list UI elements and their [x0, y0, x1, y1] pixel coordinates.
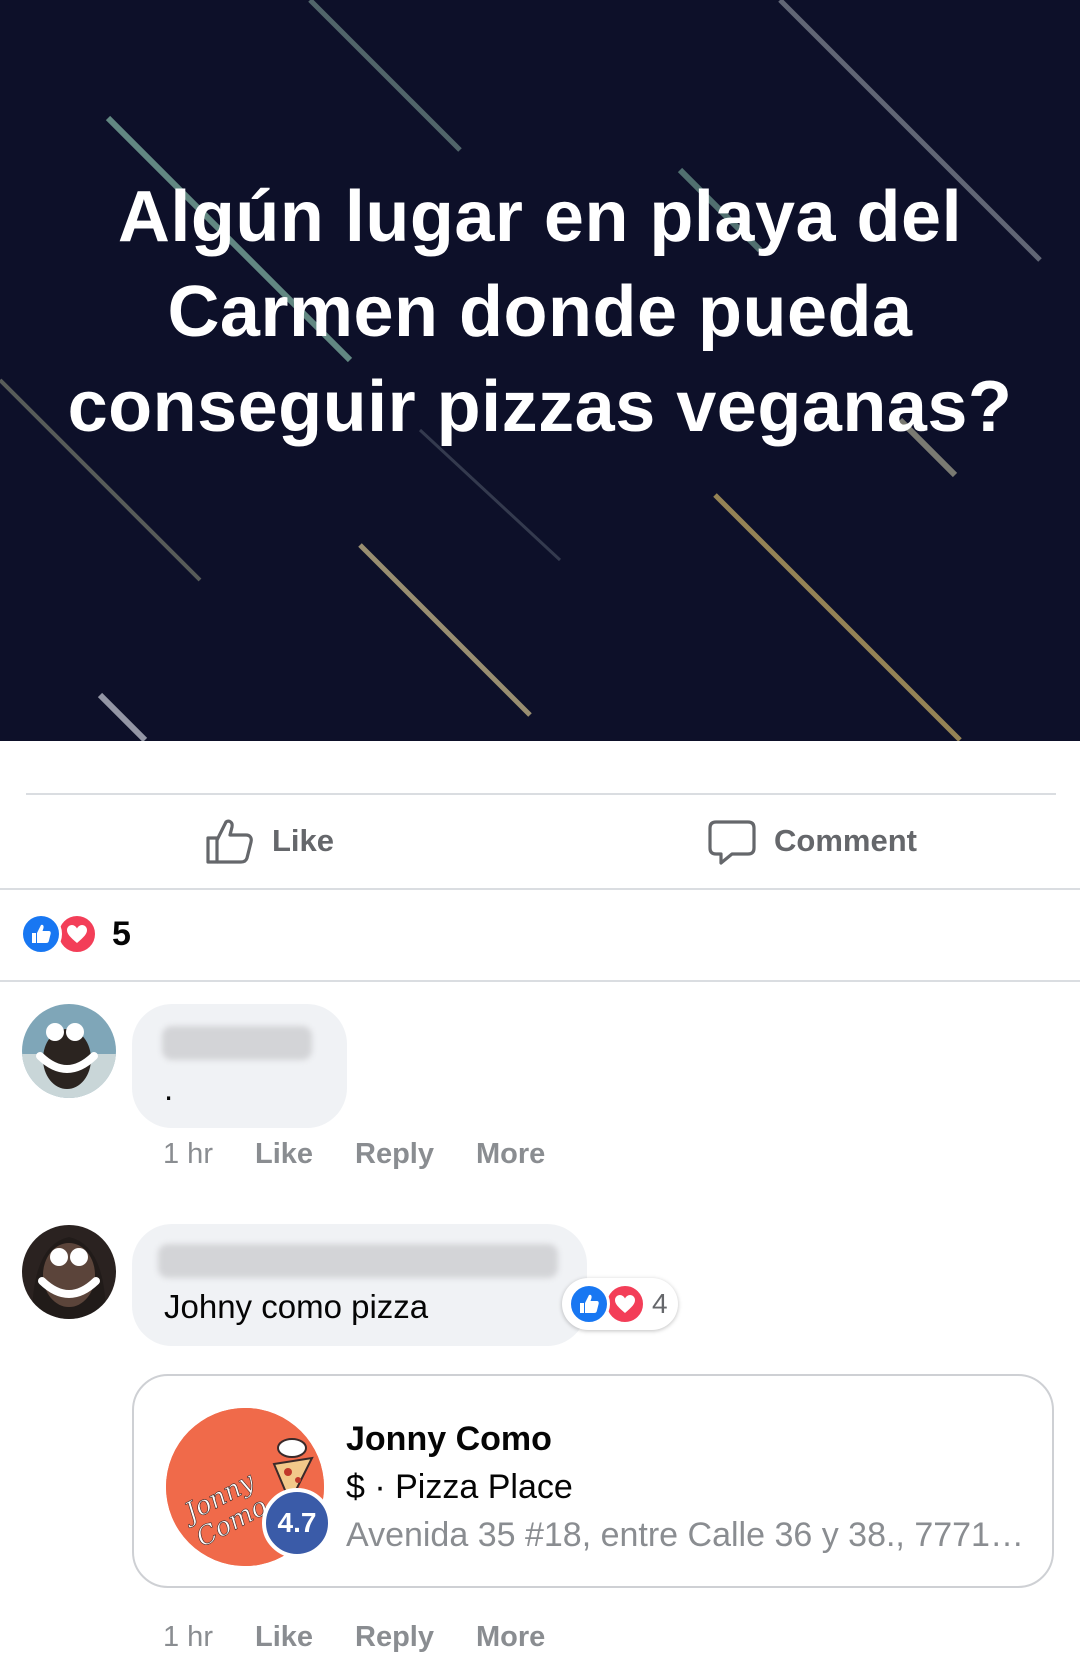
like-reaction-icon	[20, 913, 62, 955]
redacted-author-name	[158, 1244, 558, 1278]
place-category: $ · Pizza Place	[346, 1468, 573, 1506]
comment-meta: 1 hr Like Reply More	[163, 1621, 587, 1654]
post-banner: Algún lugar en playa del Carmen donde pu…	[0, 0, 1080, 741]
comment-like-link[interactable]: Like	[255, 1138, 313, 1171]
comment-bubble: .	[132, 1004, 347, 1128]
like-button[interactable]: Like	[204, 795, 334, 887]
comment-reply-link[interactable]: Reply	[355, 1138, 434, 1171]
divider	[0, 888, 1080, 890]
love-reaction-icon	[604, 1283, 646, 1325]
place-card[interactable]: Jonny Como 4.7 Jonny Como $ · Pizza Plac…	[132, 1374, 1054, 1588]
comment-meta: 1 hr Like Reply More	[163, 1138, 587, 1171]
comment-button[interactable]: Comment	[708, 795, 917, 887]
comment-more-link[interactable]: More	[476, 1621, 545, 1654]
redacted-author-name	[162, 1026, 312, 1060]
comment-bubble: Johny como pizza	[132, 1224, 587, 1346]
comment-reaction-count: 4	[652, 1288, 668, 1319]
rating-badge: 4.7	[262, 1488, 332, 1558]
comment-timestamp: 1 hr	[163, 1138, 213, 1170]
like-reaction-icon	[568, 1283, 610, 1325]
post-action-bar: Like Comment	[0, 795, 1080, 887]
comment-text: Johny como pizza	[164, 1288, 429, 1325]
comment-text: .	[164, 1070, 174, 1107]
comment-reply-link[interactable]: Reply	[355, 1621, 434, 1654]
comment-timestamp: 1 hr	[163, 1621, 213, 1653]
comment-more-link[interactable]: More	[476, 1138, 545, 1171]
avatar[interactable]	[22, 1004, 116, 1098]
place-name[interactable]: Jonny Como	[346, 1420, 552, 1459]
avatar[interactable]	[22, 1225, 116, 1319]
thumbs-up-icon	[206, 819, 253, 864]
love-reaction-icon	[56, 913, 98, 955]
comment-icon	[708, 820, 756, 865]
comment-button-label: Comment	[774, 823, 917, 858]
place-address: Avenida 35 #18, entre Calle 36 y 38., 77…	[346, 1516, 1036, 1554]
post-text: Algún lugar en playa del Carmen donde pu…	[67, 177, 1013, 447]
like-button-label: Like	[272, 823, 335, 858]
divider	[0, 980, 1080, 982]
reaction-count: 5	[112, 914, 131, 953]
comment-reactions[interactable]: 4	[562, 1278, 678, 1330]
comment-like-link[interactable]: Like	[255, 1621, 313, 1654]
reactions-summary[interactable]: 5	[20, 912, 131, 956]
